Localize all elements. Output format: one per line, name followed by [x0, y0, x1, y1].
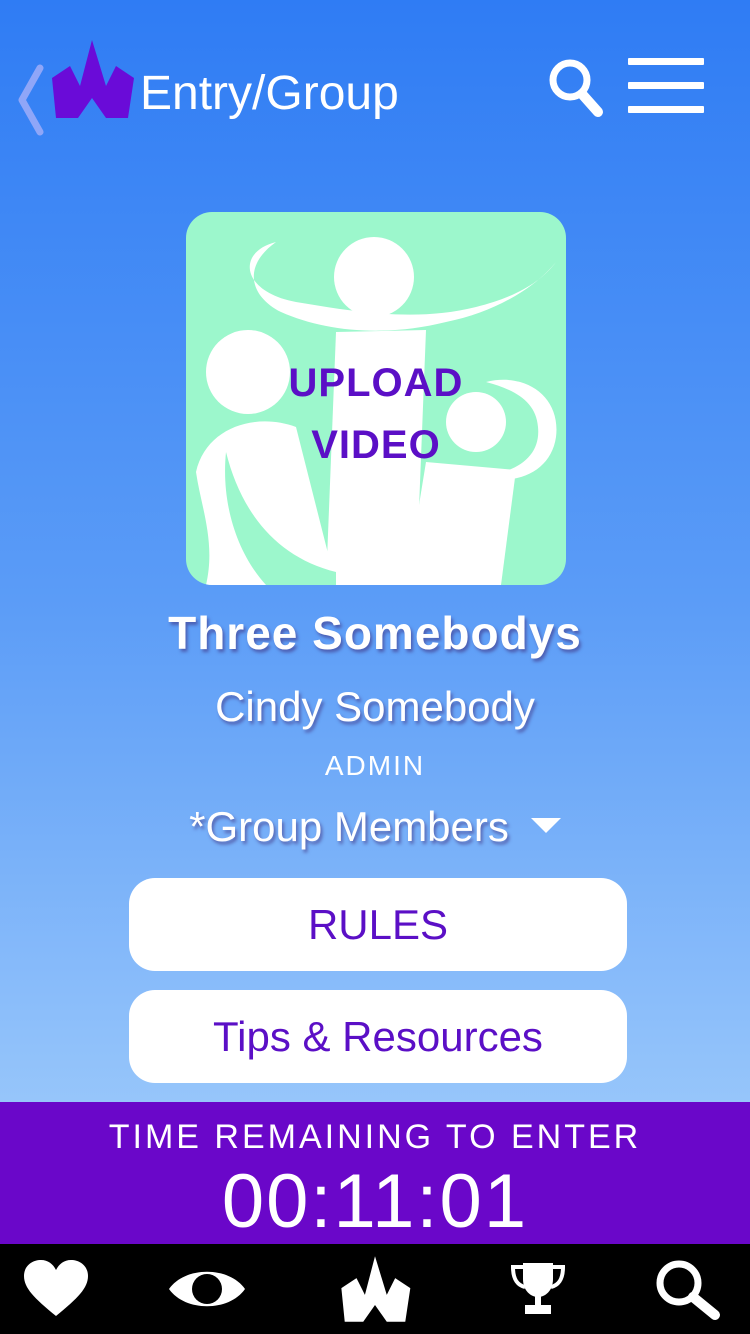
- member-role-badge: ADMIN: [324, 750, 426, 781]
- group-members-label: *Group Members: [189, 803, 509, 850]
- search-button[interactable]: [546, 56, 604, 118]
- tips-resources-button[interactable]: Tips & Resources: [129, 990, 627, 1083]
- caret-down-icon: [530, 818, 561, 834]
- upload-video-button[interactable]: UPLOAD VIDEO: [186, 212, 566, 585]
- crown-logo-icon: [52, 40, 134, 118]
- upload-label-line1: UPLOAD: [288, 361, 464, 405]
- rules-button[interactable]: RULES: [129, 878, 627, 971]
- tab-home[interactable]: [320, 1244, 430, 1334]
- group-name: Three Somebodys: [168, 607, 582, 659]
- tab-trophies[interactable]: [483, 1244, 593, 1334]
- tab-favorites[interactable]: [1, 1244, 111, 1334]
- menu-button[interactable]: [628, 56, 704, 116]
- trophy-icon: [510, 1263, 566, 1314]
- back-button[interactable]: [10, 60, 50, 140]
- page-title: Entry/Group: [140, 67, 399, 120]
- upload-video-label: UPLOAD VIDEO: [186, 352, 566, 476]
- tab-search[interactable]: [634, 1244, 744, 1334]
- header-bar: Entry/Group: [0, 0, 750, 180]
- countdown-banner: TIME REMAINING TO ENTER 00:11:01: [0, 1102, 750, 1244]
- eye-icon: [169, 1271, 245, 1307]
- member-name: Cindy Somebody: [215, 683, 535, 730]
- search-icon: [656, 1260, 720, 1320]
- app-logo[interactable]: [48, 38, 136, 120]
- crown-logo-icon: [341, 1256, 411, 1322]
- countdown-timer: 00:11:01: [221, 1159, 529, 1244]
- bottom-tab-bar: [0, 1244, 750, 1334]
- countdown-label: TIME REMAINING TO ENTER: [108, 1118, 642, 1156]
- chevron-left-icon: [18, 64, 44, 136]
- search-icon: [549, 59, 603, 117]
- tab-watch[interactable]: [152, 1244, 262, 1334]
- heart-icon: [24, 1260, 88, 1316]
- group-members-dropdown[interactable]: *Group Members: [0, 803, 750, 851]
- upload-label-line2: VIDEO: [311, 423, 441, 467]
